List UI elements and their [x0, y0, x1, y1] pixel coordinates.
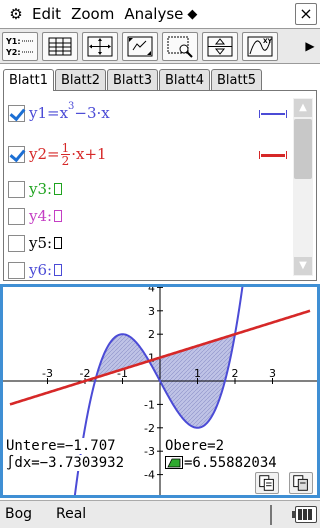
menu-edit[interactable]: Edit	[32, 5, 61, 23]
fraction-one-half: 12	[60, 140, 71, 168]
line-style-y2[interactable]	[259, 151, 287, 159]
close-button[interactable]: ×	[295, 3, 317, 25]
y-tick-label: 4	[148, 287, 155, 294]
y-tick-label: 2	[148, 328, 155, 341]
equation-y2-rest: ·x+1	[71, 145, 107, 163]
tab-blatt2[interactable]: Blatt2	[55, 69, 106, 91]
angle-mode-label[interactable]: Bog	[5, 501, 32, 528]
x-tick-label: -3	[42, 367, 53, 380]
tab-blatt4[interactable]: Blatt4	[159, 69, 210, 91]
checkbox-y3[interactable]	[8, 180, 25, 198]
x-tick-label: 3	[269, 367, 276, 380]
pan-icon	[207, 36, 233, 57]
empty-input-box	[54, 264, 63, 276]
menu-zoom[interactable]: Zoom	[71, 5, 114, 23]
scroll-up-icon[interactable]: ▲	[294, 99, 312, 117]
y-tick-label: -1	[144, 398, 155, 411]
equation-row-y5[interactable]: y5:	[8, 231, 63, 255]
copy-graph-icon[interactable]	[255, 472, 279, 494]
gear-icon[interactable]: ⚙	[2, 5, 30, 23]
equation-row-y3[interactable]: y3:	[8, 177, 63, 201]
graph-window[interactable]: -3 -2 -1 1 2 3 4 3 2 1 -1 -2 -3 -4 Untere=−1.707 Ober…	[0, 284, 320, 498]
x-tick-label: -2	[80, 367, 91, 380]
equation-row-y4[interactable]: y4:	[8, 204, 63, 228]
equation-panel: y1=x 3 −3·x y2= 12 ·x+1 y3: y4: y5: y6:	[3, 90, 317, 281]
equation-y1-rest: −3·x	[74, 104, 110, 122]
equation-y6[interactable]: y6:	[29, 261, 63, 279]
sketch-xy-icon: XY	[247, 36, 273, 57]
equation-y2-lhs: y2=	[29, 145, 60, 163]
checkbox-y5[interactable]	[8, 234, 25, 252]
menu-analyse[interactable]: Analyse	[124, 5, 183, 23]
tab-blatt1[interactable]: Blatt1	[3, 69, 54, 91]
sheet-tabs: Blatt1 Blatt2 Blatt3 Blatt4 Blatt5	[3, 69, 263, 91]
scroll-down-icon[interactable]: ▼	[294, 257, 312, 275]
battery-icon	[292, 506, 317, 523]
scroll-thumb[interactable]	[294, 119, 312, 179]
table-icon	[48, 37, 72, 56]
diamond-menu-icon[interactable]: ◆	[187, 7, 197, 22]
svg-text:XY: XY	[263, 38, 273, 45]
equation-row-y2[interactable]: y2= 12 ·x+1	[8, 142, 107, 167]
tab-blatt5[interactable]: Blatt5	[211, 69, 262, 91]
paste-graph-icon[interactable]	[289, 472, 313, 494]
y-tick-label: -4	[144, 469, 155, 482]
empty-input-box	[54, 237, 63, 249]
sketch-button[interactable]: XY	[242, 32, 278, 61]
equation-row-y6[interactable]: y6:	[8, 258, 63, 282]
x-tick-label: 1	[194, 367, 201, 380]
number-format-label[interactable]: Real	[56, 501, 86, 528]
zoom-fit-button[interactable]	[122, 32, 158, 61]
tab-blatt3[interactable]: Blatt3	[107, 69, 158, 91]
y-list-icon: Y1: Y2:	[5, 37, 34, 57]
svg-text:Y2:: Y2:	[5, 48, 21, 57]
checkbox-y1[interactable]	[8, 104, 25, 122]
checkbox-y6[interactable]	[8, 261, 25, 279]
integral-readout: ∫dx=−3.7303932	[6, 455, 125, 471]
y-list-button[interactable]: Y1: Y2:	[2, 32, 38, 61]
checkbox-y2[interactable]	[8, 145, 25, 163]
lower-bound-readout: Untere=−1.707	[6, 438, 116, 454]
line-style-y1[interactable]	[259, 110, 287, 118]
zoom-fit-icon	[127, 36, 153, 57]
equation-y1-exponent: 3	[68, 100, 75, 112]
status-bar: Bog Real	[0, 500, 320, 528]
svg-text:Y1:: Y1:	[5, 37, 21, 46]
x-tick-label: 2	[232, 367, 239, 380]
equation-y4[interactable]: y4:	[29, 207, 63, 225]
menu-bar: ⚙ Edit Zoom Analyse ◆ ×	[0, 0, 320, 29]
toolbar-more-arrow[interactable]: ▶	[302, 32, 318, 61]
area-icon	[165, 456, 183, 469]
empty-input-box	[54, 210, 63, 222]
checkbox-y4[interactable]	[8, 207, 25, 225]
status-divider	[270, 505, 272, 525]
equation-y5[interactable]: y5:	[29, 234, 63, 252]
y-tick-label: 3	[148, 305, 155, 318]
equation-row-y1[interactable]: y1=x 3 −3·x	[8, 101, 110, 125]
zoom-box-button[interactable]	[162, 32, 198, 61]
y-tick-label: -2	[144, 422, 155, 435]
equation-y1[interactable]: y1=x 3 −3·x	[29, 100, 110, 123]
view-window-button[interactable]	[82, 32, 118, 61]
equation-scrollbar[interactable]: ▲ ▼	[293, 98, 313, 276]
table-button[interactable]	[42, 32, 78, 61]
equation-y1-lhs: y1=x	[29, 104, 69, 122]
empty-input-box	[54, 183, 63, 195]
zoom-box-icon	[167, 36, 193, 58]
y-tick-label: -3	[144, 445, 155, 458]
area-readout: =6.55882034	[165, 455, 277, 471]
equation-y2[interactable]: y2= 12 ·x+1	[29, 142, 107, 167]
view-window-icon	[87, 36, 113, 57]
equation-y3[interactable]: y3:	[29, 180, 63, 198]
pan-button[interactable]	[202, 32, 238, 61]
upper-bound-readout: Obere=2	[165, 438, 225, 454]
toolbar: Y1: Y2: XY ▶	[0, 29, 320, 64]
